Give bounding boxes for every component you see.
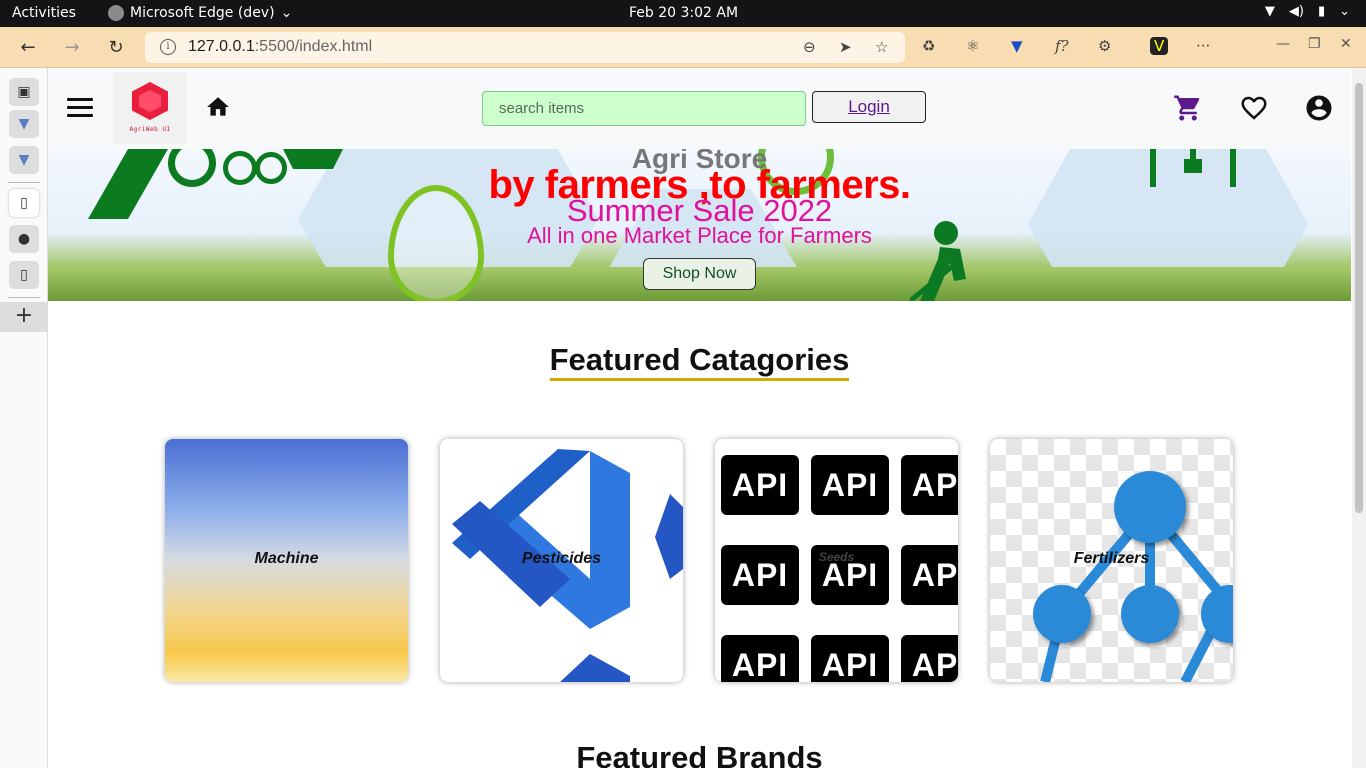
login-button[interactable]: Login	[812, 91, 926, 123]
category-card-pesticides[interactable]: Pesticides	[440, 439, 683, 682]
edge-app-icon	[108, 5, 124, 21]
heart-icon[interactable]	[1238, 93, 1270, 123]
profile-icon[interactable]: V	[1150, 37, 1169, 55]
scrollbar-thumb[interactable]	[1355, 83, 1363, 513]
formula-extension-icon[interactable]: f?	[1055, 37, 1069, 55]
page-tab-icon[interactable]: ▯	[9, 189, 39, 217]
category-label: Machine	[254, 550, 319, 567]
hero-banner: Agri Store by farmers ,to farmers. Summe…	[48, 149, 1351, 301]
category-card-machine[interactable]: Machine	[165, 439, 408, 682]
featured-categories-heading: Featured Catagories	[48, 342, 1351, 381]
document-tab-icon[interactable]: ▯	[9, 261, 39, 289]
chevron-down-icon: ⌄	[1339, 4, 1350, 19]
logo-text: AgriWeb UI	[129, 126, 171, 133]
recycle-extension-icon[interactable]: ♻	[922, 37, 935, 55]
api-tile: API	[811, 635, 889, 682]
category-label: Fertilizers	[1073, 550, 1150, 567]
api-tile: API	[901, 635, 958, 682]
browser-toolbar: ← → ↻ i 127.0.0.1:5500/index.html ⊖ ➤ ☆ …	[0, 27, 1366, 68]
forward-button[interactable]: →	[60, 35, 84, 59]
system-top-bar: Activities Microsoft Edge (dev) ⌄ Feb 20…	[0, 0, 1366, 27]
url-text[interactable]: 127.0.0.1:5500/index.html	[188, 38, 372, 56]
site-header: AgriWeb UI Login	[48, 68, 1351, 149]
api-tile: API	[721, 635, 799, 682]
category-card-fertilizers[interactable]: Fertilizers	[990, 439, 1233, 682]
reload-button[interactable]: ↻	[104, 35, 128, 59]
github-tab-icon[interactable]: ●	[9, 225, 39, 253]
category-label: Seeds	[818, 550, 855, 564]
search-input[interactable]	[482, 91, 806, 126]
minimize-button[interactable]: —	[1276, 36, 1290, 52]
vue-extension-icon[interactable]: ▼	[1011, 37, 1023, 55]
system-tray[interactable]: ▼ ◀) ▮ ⌄	[1265, 4, 1350, 19]
chevron-down-icon: ⌄	[280, 5, 293, 21]
category-label: Pesticides	[521, 550, 602, 567]
app-menu[interactable]: Microsoft Edge (dev) ⌄	[108, 5, 292, 21]
new-tab-button[interactable]: +	[0, 302, 48, 332]
activities-button[interactable]: Activities	[12, 5, 76, 21]
sidebar-divider	[8, 297, 40, 298]
shop-now-button[interactable]: Shop Now	[643, 258, 756, 290]
menu-icon[interactable]	[67, 98, 93, 118]
browser-sidebar: ▣ ▼ ▼ ▯ ● ▯ +	[0, 68, 48, 768]
web-page: AgriWeb UI Login	[48, 68, 1351, 768]
clock[interactable]: Feb 20 3:02 AM	[629, 5, 738, 21]
volume-icon: ◀)	[1288, 4, 1304, 19]
vue-tab-icon[interactable]: ▼	[9, 146, 39, 174]
cart-icon[interactable]	[1172, 93, 1204, 123]
more-menu-icon[interactable]: ···	[1196, 37, 1210, 55]
extensions-icon[interactable]: ⚙	[1098, 37, 1111, 55]
close-button[interactable]: ✕	[1340, 36, 1352, 52]
site-logo[interactable]: AgriWeb UI	[114, 72, 186, 144]
page-scrollbar[interactable]	[1352, 68, 1366, 768]
api-tile: API	[721, 455, 799, 515]
category-card-seeds[interactable]: API API API API API API API API API Seed…	[715, 439, 958, 682]
featured-brands-heading: Featured Brands	[576, 740, 823, 768]
add-favorite-icon[interactable]: ☆	[875, 38, 888, 56]
battery-icon: ▮	[1317, 4, 1326, 19]
send-icon[interactable]: ➤	[839, 38, 852, 56]
app-name: Microsoft Edge (dev)	[130, 5, 275, 21]
api-tile: API	[901, 455, 958, 515]
sidebar-divider	[8, 182, 40, 183]
site-info-icon[interactable]: i	[160, 39, 176, 55]
maximize-button[interactable]: ❐	[1308, 36, 1321, 52]
address-bar[interactable]: i 127.0.0.1:5500/index.html ⊖ ➤ ☆	[145, 32, 905, 63]
home-icon[interactable]	[204, 94, 232, 120]
wifi-icon: ▼	[1264, 4, 1275, 19]
react-extension-icon[interactable]: ⚛	[966, 37, 979, 55]
account-icon[interactable]	[1303, 93, 1335, 123]
banner-subtitle: All in one Market Place for Farmers	[527, 223, 872, 248]
vue-tab-icon[interactable]: ▼	[9, 110, 39, 138]
api-tile: API	[811, 455, 889, 515]
zoom-icon[interactable]: ⊖	[803, 38, 816, 56]
tab-actions-icon[interactable]: ▣	[9, 78, 39, 106]
back-button[interactable]: ←	[16, 35, 40, 59]
